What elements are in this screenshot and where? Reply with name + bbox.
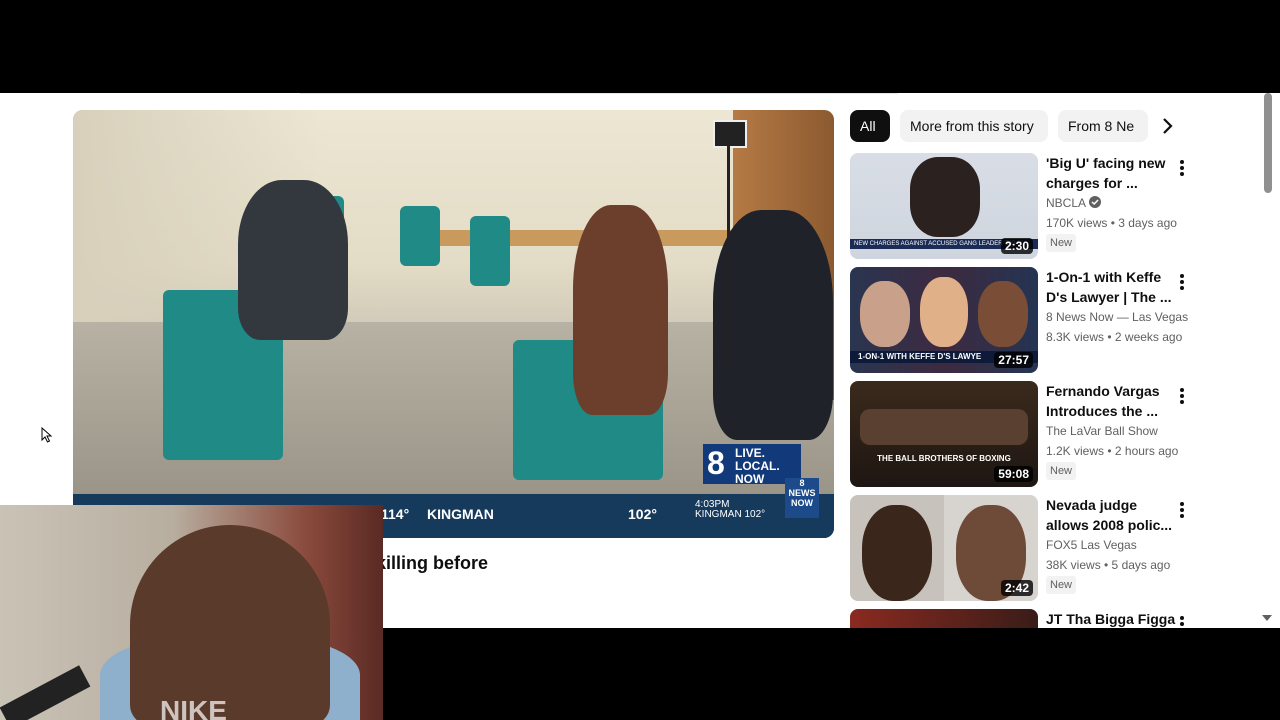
chip-all[interactable]: All [850, 110, 890, 142]
corner-logo: 8 NEWS NOW [785, 478, 819, 518]
video-thumbnail[interactable]: 1-ON-1 WITH KEFFE D'S LAWYE 27:57 [850, 267, 1038, 373]
ticker-temp: 114° [381, 506, 410, 522]
video-thumbnail[interactable]: 2:42 [850, 495, 1038, 601]
video-duration: 2:42 [1000, 580, 1033, 596]
video-stats: 38K views • 5 days ago [1046, 558, 1171, 572]
chevron-right-icon[interactable] [1158, 116, 1178, 136]
new-badge: New [1046, 234, 1077, 252]
ticker-small-city: KINGMAN 102° [695, 509, 766, 520]
microphone [0, 665, 91, 720]
webcam-person [130, 525, 330, 720]
video-stats: 8.3K views • 2 weeks ago [1046, 330, 1183, 344]
video-meta: Nevada judge allows 2008 polic... FOX5 L… [1046, 495, 1176, 594]
thumb-face [910, 157, 980, 237]
thumb-face [862, 505, 932, 601]
more-options-icon[interactable] [1178, 501, 1186, 519]
light-panel [713, 120, 747, 148]
more-options-icon[interactable] [1178, 615, 1186, 628]
chair [400, 206, 440, 266]
thumb-group [860, 409, 1028, 445]
more-options-icon[interactable] [1178, 159, 1186, 177]
video-thumbnail[interactable]: THE BALL BROTHERS OF BOXING 59:08 [850, 381, 1038, 487]
channel-line: NBCLA [1046, 193, 1176, 213]
thumb-face [920, 277, 968, 347]
scrollbar-thumb[interactable] [1264, 93, 1272, 193]
scroll-down-icon[interactable] [1262, 615, 1272, 621]
divider [300, 93, 898, 94]
video-meta: JT Tha Bigga Figga [1046, 609, 1176, 628]
verified-icon [1088, 196, 1101, 208]
shirt-logo: NIKE [160, 695, 227, 720]
channel-name[interactable]: FOX5 Las Vegas [1046, 535, 1176, 555]
more-options-icon[interactable] [1178, 387, 1186, 405]
light-stand [727, 144, 730, 374]
logo-number: 8 [707, 445, 725, 481]
recommendation-title[interactable]: Nevada judge allows 2008 polic... [1046, 495, 1176, 535]
video-meta: Fernando Vargas Introduces the ... The L… [1046, 381, 1179, 480]
ticker-city: KINGMAN [427, 506, 494, 522]
recommendation-title[interactable]: Fernando Vargas Introduces the ... [1046, 381, 1176, 421]
mouse-cursor-icon [41, 427, 53, 443]
video-meta: 'Big U' facing new charges for ... NBCLA… [1046, 153, 1177, 252]
recommendation-title[interactable]: JT Tha Bigga Figga [1046, 609, 1176, 628]
video-duration: 59:08 [994, 466, 1033, 482]
reporter-figure [573, 205, 668, 415]
channel-name[interactable]: 8 News Now — Las Vegas [1046, 307, 1188, 327]
video-stats: 170K views • 3 days ago [1046, 216, 1177, 230]
recommendation-item[interactable]: 1-ON-1 WITH KEFFE D'S LAWYE 27:57 1-On-1… [850, 267, 1188, 373]
recommendation-item[interactable]: THE BALL BROTHERS OF BOXING 59:08 Fernan… [850, 381, 1185, 487]
video-thumbnail[interactable] [850, 609, 1038, 628]
more-options-icon[interactable] [1178, 273, 1186, 291]
webcam-overlay: NIKE [0, 505, 383, 720]
recommendation-item[interactable]: JT Tha Bigga Figga [850, 609, 1185, 628]
ticker-temp: 102° [628, 506, 657, 522]
video-meta: 1-On-1 with Keffe D's Lawyer | The ... 8… [1046, 267, 1188, 347]
video-duration: 2:30 [1000, 238, 1033, 254]
inmate-figure [238, 180, 348, 340]
recommendation-title[interactable]: 'Big U' facing new charges for ... [1046, 153, 1176, 193]
channel-name[interactable]: NBCLA [1046, 196, 1085, 210]
thumb-face [978, 281, 1028, 347]
chip-from-8-news[interactable]: From 8 Ne [1058, 110, 1148, 142]
new-badge: New [1046, 462, 1077, 480]
video-frame: 8 LIVE. LOCAL. NOW [73, 110, 834, 494]
recommendation-item[interactable]: 2:42 Nevada judge allows 2008 polic... F… [850, 495, 1185, 601]
thumb-caption: THE BALL BROTHERS OF BOXING [877, 454, 1011, 463]
video-duration: 27:57 [994, 352, 1033, 368]
video-thumbnail[interactable]: NEW CHARGES AGAINST ACCUSED GANG LEADER … [850, 153, 1038, 259]
new-badge: New [1046, 576, 1077, 594]
chair [470, 216, 510, 286]
thumb-face [860, 281, 910, 347]
video-player[interactable]: 8 LIVE. LOCAL. NOW ornate 114° KINGMAN 1… [73, 110, 834, 538]
channel-name[interactable]: The LaVar Ball Show [1046, 421, 1176, 441]
officer-figure [713, 210, 833, 440]
recommendation-title[interactable]: 1-On-1 with Keffe D's Lawyer | The ... [1046, 267, 1176, 307]
video-stats: 1.2K views • 2 hours ago [1046, 444, 1179, 458]
recommendation-item[interactable]: NEW CHARGES AGAINST ACCUSED GANG LEADER … [850, 153, 1185, 259]
chip-more-from-story[interactable]: More from this story [900, 110, 1048, 142]
filter-chips: All More from this story From 8 Ne [850, 110, 1180, 142]
